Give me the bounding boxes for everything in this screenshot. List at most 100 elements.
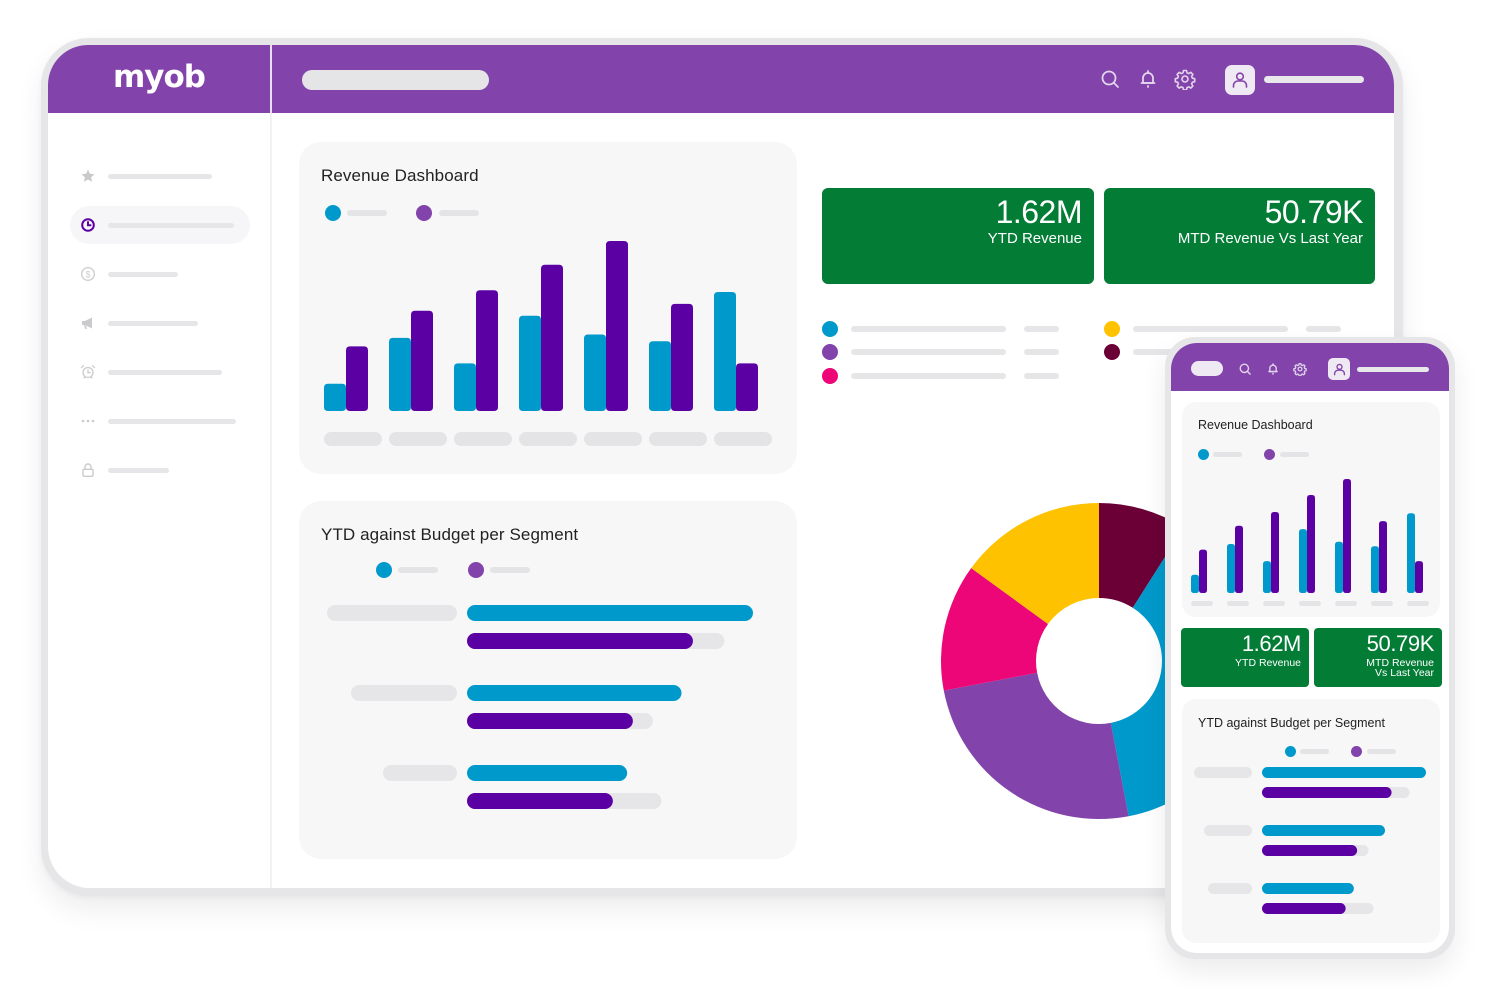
segment-row [1208, 883, 1374, 914]
segment-label [383, 765, 457, 781]
x-tick-label [1335, 601, 1357, 606]
bar [519, 315, 541, 411]
bar-group [324, 346, 368, 411]
bar [1407, 513, 1415, 593]
mobile-screen: Revenue Dashboard 1.62M YTD Revenue 50.7… [1171, 343, 1449, 953]
segment-label [1204, 825, 1252, 836]
sidebar-item-label [108, 419, 236, 424]
donut-legend-dot [1104, 344, 1120, 360]
kpi-tile-ytd-revenue[interactable]: 1.62M YTD Revenue [822, 188, 1094, 284]
mobile-menu-pill[interactable] [1191, 361, 1223, 376]
bar [476, 290, 498, 411]
search-bar[interactable] [302, 70, 489, 90]
kpi-label: MTD Revenue Vs Last Year [1366, 658, 1434, 679]
donut-legend-dot [822, 344, 838, 360]
sidebar-item-favorites[interactable] [70, 157, 250, 195]
x-tick-label [389, 432, 447, 446]
segment-label [327, 605, 457, 621]
kpi-label: MTD Revenue Vs Last Year [1177, 230, 1363, 247]
bar [1227, 543, 1235, 593]
bar-group [714, 292, 758, 411]
bar-budget [1262, 787, 1392, 798]
sidebar-item-security[interactable] [70, 451, 250, 489]
mobile-kpi-tile-ytd-revenue[interactable]: 1.62M YTD Revenue [1181, 628, 1309, 687]
user-icon [1333, 363, 1345, 375]
donut-legend-dot [1104, 321, 1120, 337]
x-tick-label [1371, 601, 1393, 606]
user-name-placeholder[interactable] [1357, 367, 1429, 372]
user-avatar[interactable] [1225, 65, 1255, 95]
sidebar-item-more[interactable] [70, 402, 250, 440]
segment-row [383, 765, 662, 809]
segment-label [351, 685, 457, 701]
kpi-value: 50.79K [1366, 631, 1435, 656]
gear-icon[interactable] [1293, 362, 1307, 376]
x-tick-label [584, 432, 642, 446]
bar-budget [1262, 845, 1358, 856]
gear-icon[interactable] [1174, 68, 1196, 90]
mobile-top-bar [1171, 343, 1449, 391]
bar [541, 264, 563, 411]
bar [671, 303, 693, 411]
user-name-placeholder[interactable] [1264, 76, 1364, 83]
bar-group [389, 310, 433, 411]
donut-legend-value [1024, 373, 1059, 379]
segment-row [1204, 825, 1385, 856]
x-tick-label [519, 432, 577, 446]
mobile-device-frame: Revenue Dashboard 1.62M YTD Revenue 50.7… [1165, 337, 1455, 959]
sidebar-item-label [108, 272, 178, 277]
bar [1415, 561, 1423, 593]
segment-label [1208, 883, 1252, 894]
top-navigation-bar: myob [48, 45, 1394, 113]
bar [714, 292, 736, 411]
sidebar-item-label [108, 223, 234, 228]
search-icon[interactable] [1238, 362, 1252, 376]
bell-icon[interactable] [1137, 68, 1159, 90]
sidebar-item-reminders[interactable] [70, 353, 250, 391]
donut-slice [943, 672, 1129, 819]
user-avatar[interactable] [1328, 358, 1350, 380]
bar-group [649, 303, 693, 411]
bell-icon[interactable] [1266, 362, 1280, 376]
topbar-divider [270, 45, 272, 113]
x-tick-label [1299, 601, 1321, 606]
bar-group [454, 290, 498, 411]
sidebar-item-label [108, 174, 212, 179]
bar-budget [467, 713, 633, 729]
segment-hbar-chart [327, 605, 753, 809]
x-tick-label [454, 432, 512, 446]
bar-group [584, 241, 628, 411]
donut-legend-label [851, 349, 1006, 355]
mobile-segment-hbar-chart [1194, 767, 1426, 914]
bar [584, 334, 606, 411]
x-tick-label [324, 432, 382, 446]
kpi-tile-mtd-revenue[interactable]: 50.79K MTD Revenue Vs Last Year [1104, 188, 1375, 284]
x-tick-label [1263, 601, 1285, 606]
dollar-icon: $ [80, 266, 96, 282]
donut-legend-label [851, 326, 1006, 332]
sidebar-item-label [108, 321, 198, 326]
bar [1343, 479, 1351, 593]
x-tick-label [1227, 601, 1249, 606]
bar-actual [1262, 825, 1385, 836]
bar [1379, 521, 1387, 593]
kpi-label-line: Vs Last Year [1375, 667, 1434, 679]
logo-area[interactable]: myob [48, 45, 270, 113]
mobile-revenue-card: Revenue Dashboard [1182, 402, 1440, 617]
mobile-kpi-tile-mtd-revenue[interactable]: 50.79K MTD Revenue Vs Last Year [1314, 628, 1442, 687]
search-icon[interactable] [1099, 68, 1121, 90]
sidebar-item-banking[interactable]: $ [70, 255, 250, 293]
sidebar: $ [48, 113, 270, 888]
bar-actual [1262, 767, 1426, 778]
revenue-dashboard-card: Revenue Dashboard [299, 142, 797, 474]
kpi-label: YTD Revenue [1235, 657, 1301, 669]
sidebar-item-recent[interactable] [70, 206, 250, 244]
bar-actual [1262, 883, 1354, 894]
donut-legend-value [1024, 326, 1059, 332]
kpi-label: YTD Revenue [987, 230, 1082, 247]
lock-icon [80, 462, 96, 478]
bar [1263, 561, 1271, 593]
mobile-revenue-bar-chart [1191, 479, 1429, 606]
sidebar-item-sales[interactable] [70, 304, 250, 342]
bar [606, 241, 628, 411]
